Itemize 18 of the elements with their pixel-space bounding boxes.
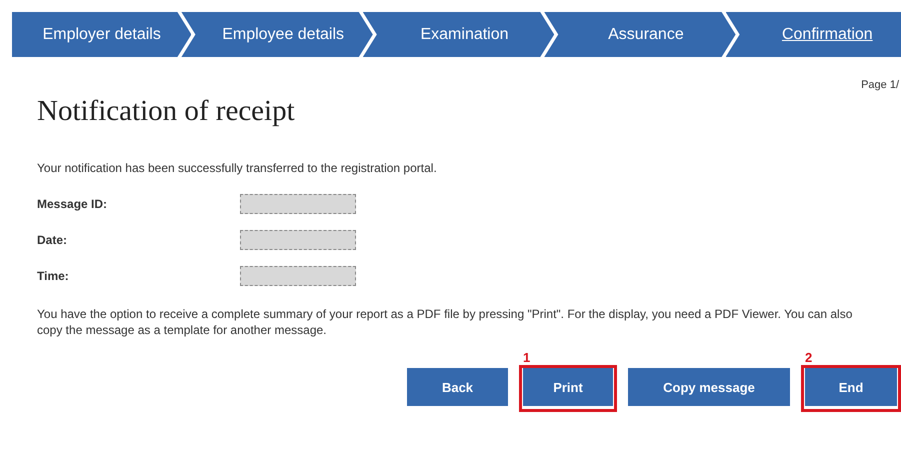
action-button[interactable]: Print — [523, 368, 613, 406]
page-number: Page 1/ — [860, 79, 899, 91]
field-label: Time: — [37, 269, 70, 283]
field-label: Date: — [37, 233, 68, 247]
wizard-step[interactable]: Employer details — [12, 12, 192, 57]
intro-text: Your notification has been successfully transferred to the registration portal. — [37, 161, 438, 175]
annotation-number: 2 — [805, 350, 812, 365]
wizard-step[interactable]: Examination — [362, 12, 554, 57]
wizard-step[interactable]: Assurance — [544, 12, 736, 57]
action-button[interactable]: Back — [407, 368, 508, 406]
page-title: Notification of receipt — [37, 95, 296, 128]
wizard-step[interactable]: Employee details — [181, 12, 373, 57]
action-button[interactable]: End — [805, 368, 897, 406]
wizard-step[interactable]: Confirmation — [726, 12, 901, 57]
action-button[interactable]: Copy message — [628, 368, 790, 406]
annotation-number: 1 — [523, 350, 530, 365]
field-label: Message ID: — [37, 197, 108, 211]
info-text: You have the option to receive a complete summary of your report as a PDF file by pressing "Print". For the display, you need a PDF Viewer. You can also copy the message as a template for another message. — [37, 306, 854, 338]
